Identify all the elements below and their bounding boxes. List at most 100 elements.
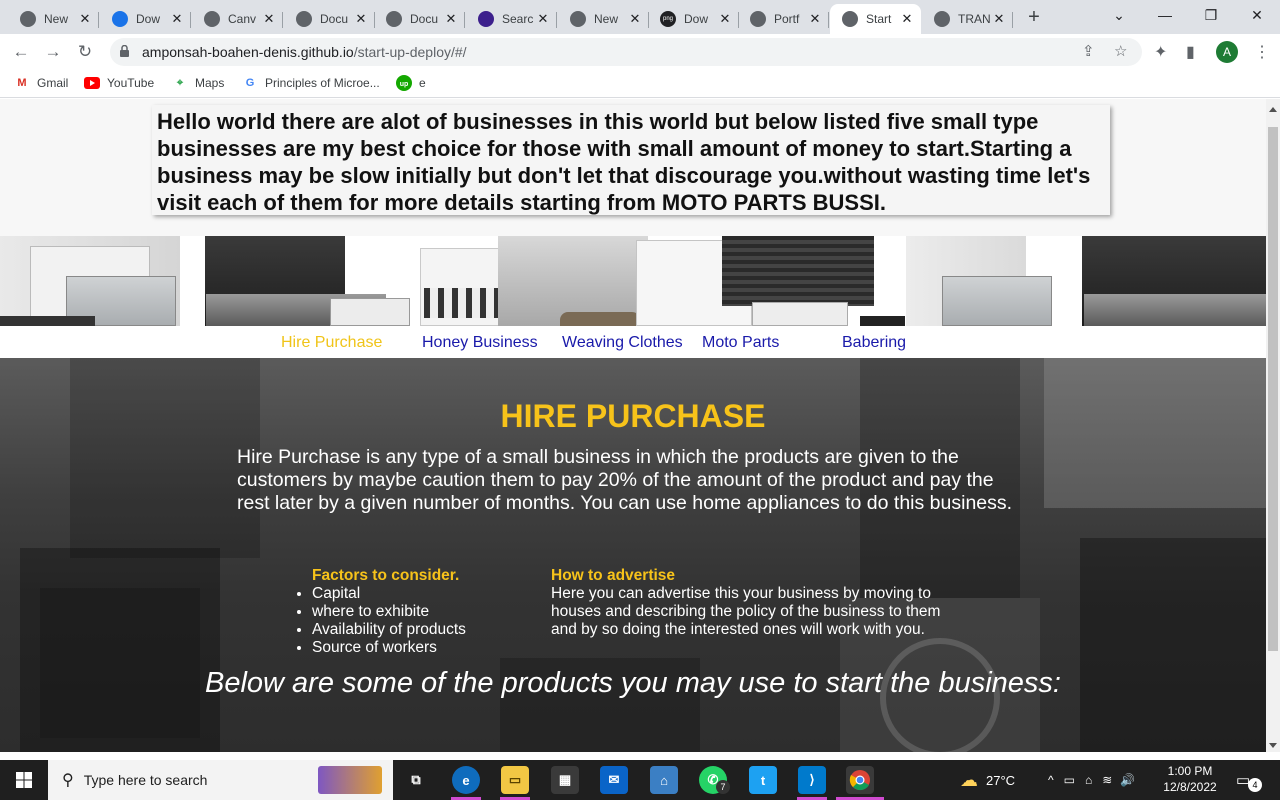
profile-avatar[interactable]: A [1216, 41, 1238, 63]
tab-favicon-icon [478, 11, 494, 27]
tab-search-icon[interactable]: ⌄ [1096, 0, 1142, 34]
tab-favicon-icon [204, 11, 220, 27]
new-tab-button[interactable]: + [1022, 6, 1046, 30]
gmail-icon: M [17, 77, 27, 89]
tab-favicon-icon [750, 11, 766, 27]
scroll-down-arrow-icon[interactable] [1269, 743, 1277, 748]
scroll-up-arrow-icon[interactable] [1269, 107, 1277, 112]
maximize-button[interactable]: ❐ [1188, 0, 1234, 34]
scrollbar-thumb[interactable] [1268, 127, 1278, 651]
factors-heading: Factors to consider. [312, 567, 460, 584]
bookmark-star-icon[interactable]: ☆ [1114, 42, 1127, 60]
close-window-button[interactable]: ✕ [1234, 0, 1280, 34]
reload-button[interactable]: ↻ [74, 41, 96, 63]
tab-close-icon[interactable]: ✕ [899, 11, 915, 27]
edge-icon[interactable]: e [452, 766, 480, 794]
nav-honey-business[interactable]: Honey Business [422, 334, 538, 352]
twitter-icon[interactable]: t [749, 766, 777, 794]
page-scrollbar[interactable] [1266, 99, 1280, 752]
start-button[interactable] [0, 760, 48, 800]
bookmark-label: Maps [195, 76, 225, 90]
tab-close-icon[interactable]: ✕ [353, 11, 369, 27]
tab-title: Dow [136, 12, 161, 26]
tab-close-icon[interactable]: ✕ [261, 11, 277, 27]
tab-title: Searc [502, 12, 534, 26]
side-panel-icon[interactable]: ▮ [1186, 42, 1195, 62]
browser-tab[interactable]: Canv ✕ [192, 4, 283, 34]
chrome-icon[interactable] [846, 766, 874, 794]
forward-button[interactable]: → [42, 41, 64, 63]
section-title: HIRE PURCHASE [500, 398, 766, 434]
browser-tab[interactable]: New ✕ [558, 4, 649, 34]
tab-close-icon[interactable]: ✕ [807, 11, 823, 27]
browser-tab[interactable]: Searc ✕ [466, 4, 557, 34]
volume-icon[interactable]: 🔊 [1120, 773, 1135, 787]
tab-close-icon[interactable]: ✕ [77, 11, 93, 27]
tab-separator [828, 12, 829, 28]
tab-title: TRAN [958, 12, 991, 26]
url-text: amponsah-boahen-denis.github.io/start-up… [142, 44, 467, 60]
device-icon[interactable]: ⌂ [1085, 773, 1092, 787]
menu-icon[interactable]: ⋮ [1254, 42, 1270, 62]
share-icon[interactable]: ⇪ [1082, 42, 1095, 60]
tab-separator [282, 12, 283, 28]
advertise-text: Here you can advertise this your busines… [551, 585, 941, 638]
tab-close-icon[interactable]: ✕ [443, 11, 459, 27]
browser-tab[interactable]: Portf ✕ [738, 4, 829, 34]
nav-hire-purchase[interactable]: Hire Purchase [281, 334, 382, 352]
bookmark-label: Principles of Microe... [265, 76, 380, 90]
tab-close-icon[interactable]: ✕ [169, 11, 185, 27]
tab-title: Canv [228, 12, 257, 26]
browser-tab[interactable]: Docu ✕ [284, 4, 375, 34]
tab-close-icon[interactable]: ✕ [991, 11, 1007, 27]
task-view-icon[interactable]: ⧉ [402, 766, 430, 794]
mail-icon[interactable]: ✉ [600, 766, 628, 794]
network-app-icon[interactable]: ⌂ [650, 766, 678, 794]
weather-widget[interactable]: ☁ 27°C [960, 760, 1015, 800]
battery-icon[interactable]: ▭ [1064, 773, 1075, 787]
browser-tab[interactable]: Dow ✕ [100, 4, 191, 34]
tab-favicon-icon: png [660, 11, 676, 27]
address-bar[interactable]: amponsah-boahen-denis.github.io/start-up… [110, 38, 1142, 66]
store-icon[interactable]: ▦ [551, 766, 579, 794]
list-item: Availability of products [312, 621, 466, 639]
minimize-button[interactable]: — [1142, 0, 1188, 34]
bookmark-principles[interactable]: G Principles of Microe... [242, 76, 380, 90]
tab-close-icon[interactable]: ✕ [717, 11, 733, 27]
browser-tab[interactable]: Docu ✕ [374, 4, 465, 34]
chevron-up-icon[interactable]: ^ [1048, 773, 1054, 787]
nav-weaving-clothes[interactable]: Weaving Clothes [562, 334, 683, 352]
taskbar-clock[interactable]: 1:00 PM 12/8/2022 [1160, 763, 1220, 795]
search-placeholder: Type here to search [83, 772, 208, 788]
extensions-icon[interactable]: ✦ [1154, 42, 1167, 62]
bookmark-gmail[interactable]: M Gmail [14, 76, 68, 90]
browser-toolbar: ← → ↻ amponsah-boahen-denis.github.io/st… [0, 34, 1280, 70]
vscode-icon[interactable]: ⟩ [798, 766, 826, 794]
section-description: Hire Purchase is any type of a small bus… [237, 446, 1013, 514]
browser-tab[interactable]: Start ✕ [830, 4, 921, 34]
bookmark-upwork[interactable]: up e [396, 75, 426, 91]
nav-moto-parts[interactable]: Moto Parts [702, 334, 779, 352]
maps-icon: ⌖ [176, 76, 184, 89]
notifications-button[interactable]: ▭ 4 [1236, 760, 1262, 800]
search-icon: ⚲ [62, 772, 74, 789]
bookmarks-bar: M Gmail YouTube ⌖ Maps G Principles of Micr… [0, 70, 1280, 98]
tab-title: Start [866, 12, 892, 26]
hire-purchase-section: HIRE PURCHASE Hire Purchase is any type … [0, 358, 1266, 752]
nav-babering[interactable]: Babering [842, 334, 906, 352]
browser-tab[interactable]: png Dow ✕ [648, 4, 739, 34]
taskbar-search[interactable]: ⚲ Type here to search [48, 760, 393, 800]
back-button[interactable]: ← [10, 41, 32, 63]
tab-separator [98, 12, 99, 28]
list-item: Source of workers [312, 639, 466, 657]
browser-tab[interactable]: New ✕ [8, 4, 99, 34]
tab-close-icon[interactable]: ✕ [627, 11, 643, 27]
wifi-icon[interactable]: ≋ [1102, 773, 1112, 787]
browser-tab[interactable]: TRAN ✕ [922, 4, 1013, 34]
tab-close-icon[interactable]: ✕ [535, 11, 551, 27]
advertise-heading: How to advertise [551, 567, 676, 584]
bookmark-maps[interactable]: ⌖ Maps [172, 76, 224, 90]
file-explorer-icon[interactable]: ▭ [501, 766, 529, 794]
bookmark-youtube[interactable]: YouTube [84, 76, 154, 90]
search-highlight-icon [318, 766, 382, 794]
